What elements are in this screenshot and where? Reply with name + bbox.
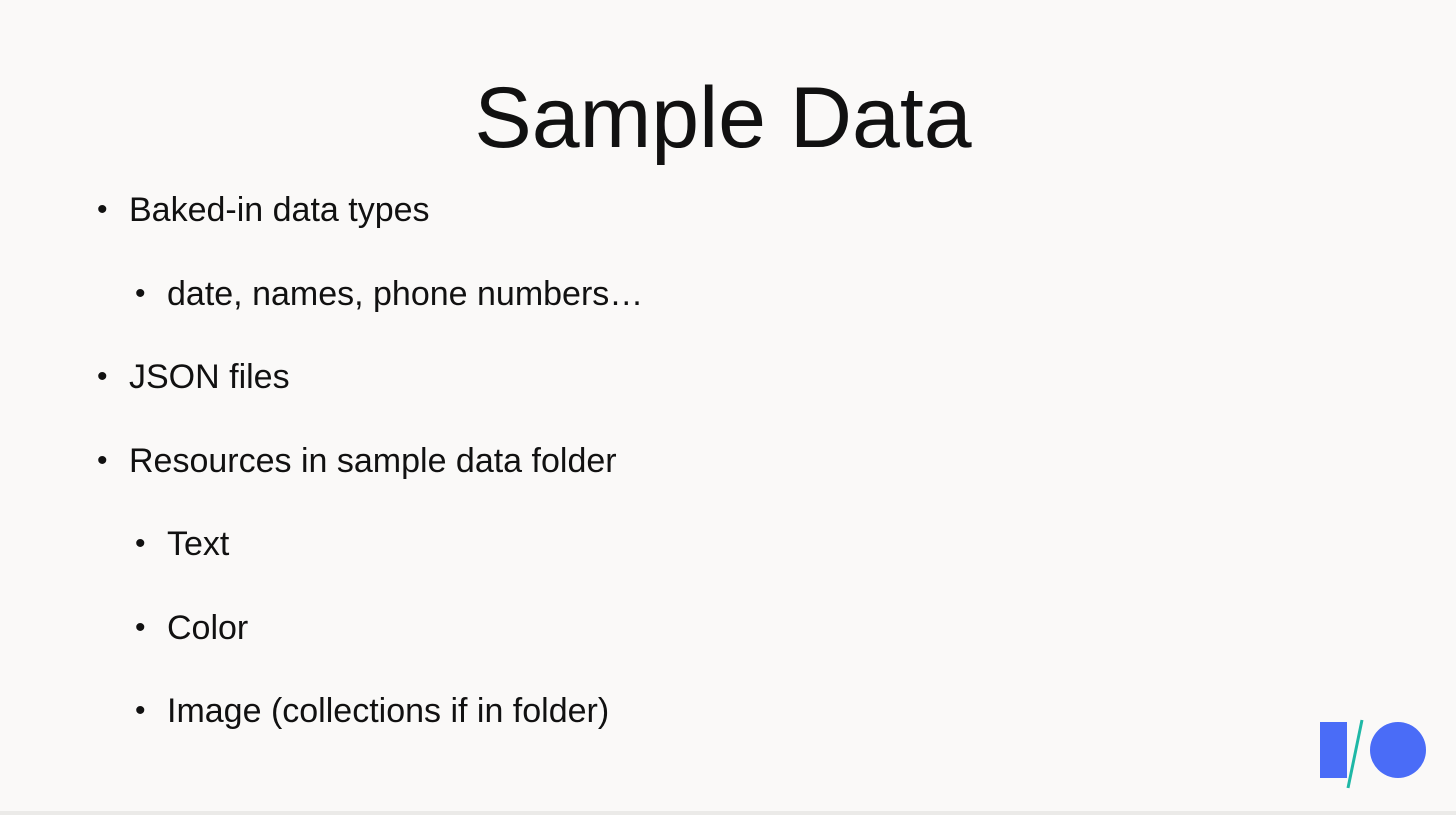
bullet-item: • Text: [135, 524, 230, 564]
bullet-text: JSON files: [129, 358, 290, 396]
bullet-dot: •: [135, 694, 146, 727]
logo-circle: [1370, 722, 1426, 778]
bullet-item: • JSON files: [97, 357, 290, 397]
bullet-dot: •: [135, 527, 146, 560]
bullet-text: Color: [167, 609, 249, 647]
bullet-item: • Baked-in data types: [97, 190, 430, 230]
logo-slash: [1346, 719, 1364, 789]
google-io-logo-icon: [1320, 719, 1426, 789]
bullet-text: Baked-in data types: [129, 191, 430, 229]
bullet-item: • Color: [135, 608, 249, 648]
bullet-item: • Image (collections if in folder): [135, 691, 610, 731]
bullet-list: • Baked-in data types • date, names, pho…: [0, 0, 1456, 815]
slide: Sample Data • Baked-in data types • date…: [0, 0, 1456, 815]
bullet-item: • Resources in sample data folder: [97, 441, 617, 481]
logo-bar: [1320, 722, 1347, 778]
bullet-dot: •: [97, 444, 108, 477]
bullet-text: Image (collections if in folder): [167, 692, 610, 730]
bullet-item: • date, names, phone numbers…: [135, 274, 644, 314]
bullet-text: date, names, phone numbers…: [167, 275, 644, 313]
bullet-dot: •: [135, 277, 146, 310]
bullet-dot: •: [135, 611, 146, 644]
bottom-divider: [0, 811, 1456, 815]
bullet-text: Resources in sample data folder: [129, 442, 617, 480]
bullet-dot: •: [97, 360, 108, 393]
bullet-text: Text: [167, 525, 230, 563]
bullet-dot: •: [97, 193, 108, 226]
